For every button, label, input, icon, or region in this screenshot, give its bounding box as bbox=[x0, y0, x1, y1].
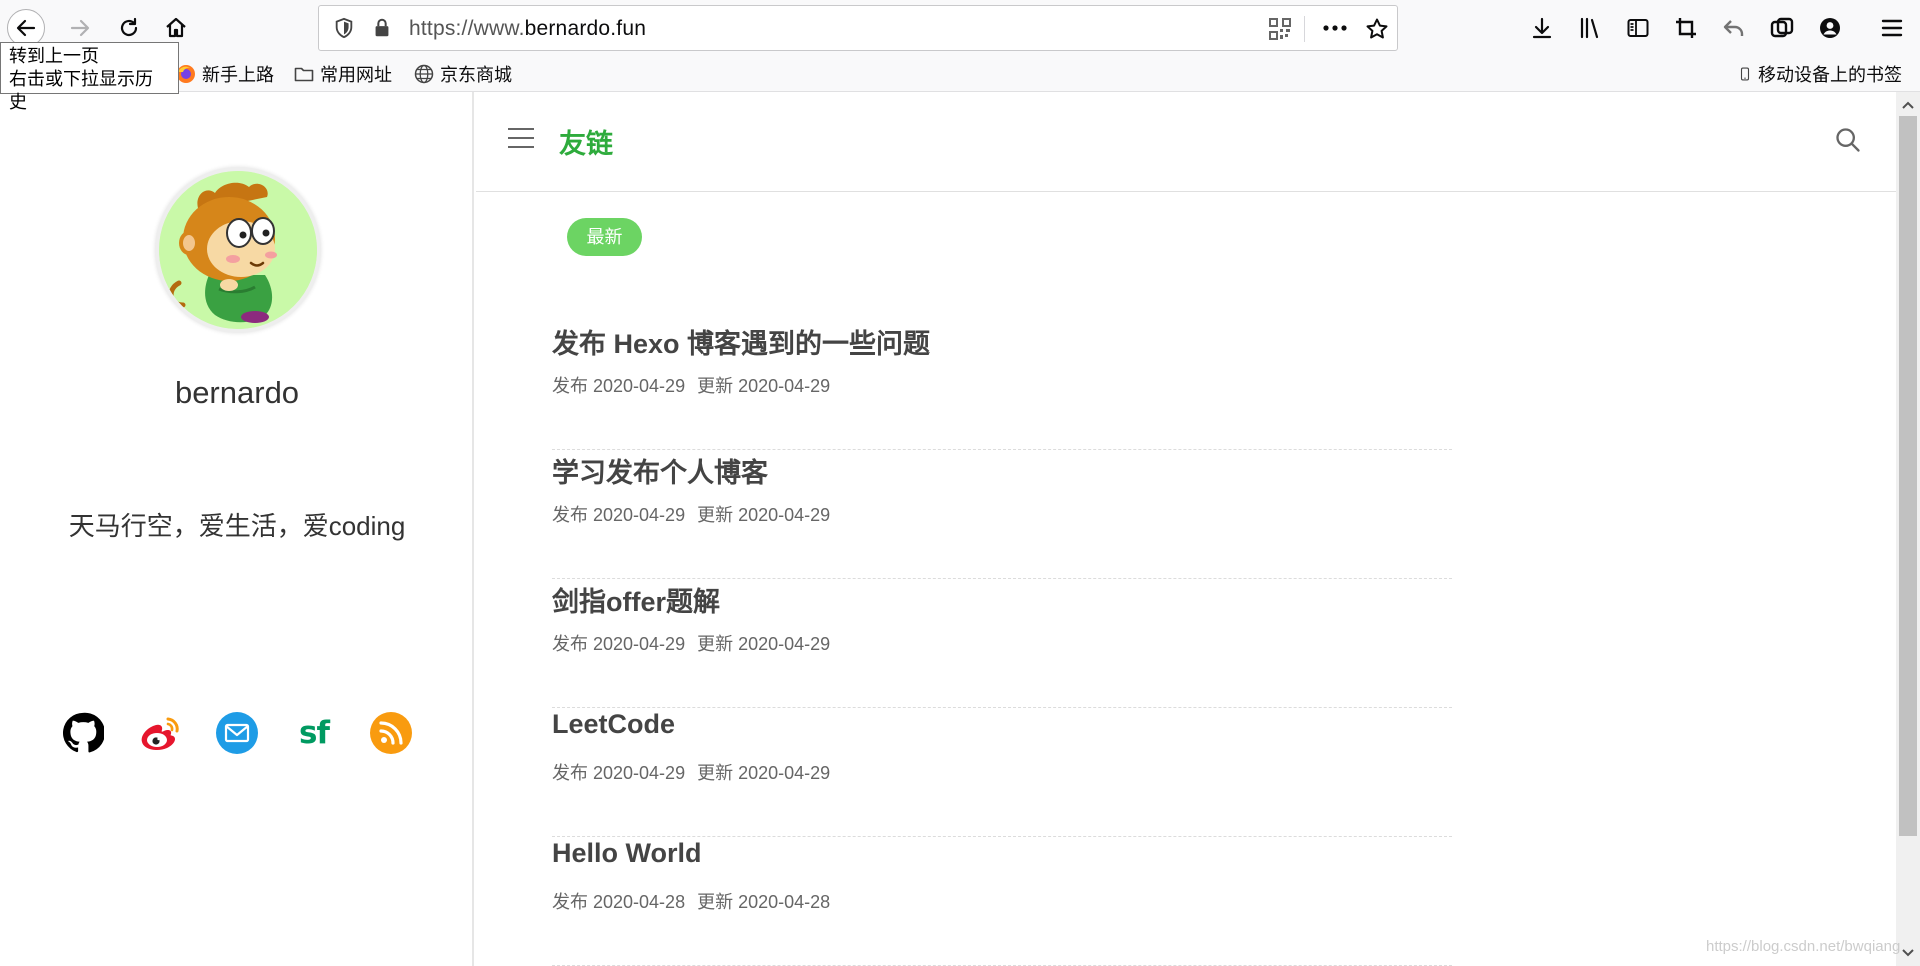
rss-link[interactable] bbox=[369, 711, 413, 755]
back-button-tooltip: 转到上一页 右击或下拉显示历史 bbox=[0, 42, 179, 112]
post-updated: 更新 2020-04-29 bbox=[697, 634, 831, 654]
crop-screenshot-icon[interactable] bbox=[1674, 16, 1698, 40]
qr-code-icon[interactable] bbox=[1269, 18, 1291, 40]
post-meta: 发布 2020-04-29 更新 2020-04-29 bbox=[552, 372, 830, 398]
github-icon bbox=[62, 712, 104, 753]
page-content: bernardo 天马行空，爱生活，爱coding sf 友链 最新 发布 He… bbox=[0, 92, 1920, 966]
segmentfault-icon: sf bbox=[299, 715, 330, 751]
tooltip-line: 转到上一页 bbox=[9, 46, 99, 66]
page-scrollbar[interactable] bbox=[1896, 92, 1920, 966]
watermark: https://blog.csdn.net/bwqiang bbox=[1706, 938, 1901, 955]
scrollbar-thumb[interactable] bbox=[1899, 116, 1917, 836]
hamburger-menu-icon[interactable] bbox=[508, 128, 534, 150]
post-updated: 更新 2020-04-29 bbox=[697, 763, 831, 783]
github-link[interactable] bbox=[61, 711, 105, 755]
bookmark-label: 常用网址 bbox=[320, 65, 392, 85]
email-link[interactable] bbox=[215, 711, 259, 755]
undo-icon[interactable] bbox=[1722, 16, 1746, 40]
rss-icon bbox=[370, 712, 412, 754]
post-published: 发布 2020-04-29 bbox=[552, 634, 686, 654]
post-updated: 更新 2020-04-29 bbox=[697, 505, 831, 525]
bookmarks-bar: 新手上路 常用网址 京东商城 移动设备上的书签 bbox=[0, 56, 1920, 92]
blog-sidebar: bernardo 天马行空，爱生活，爱coding sf bbox=[0, 92, 474, 966]
post-item[interactable]: Hello World 发布 2020-04-28 更新 2020-04-28 bbox=[552, 838, 1452, 966]
bookmark-item[interactable]: 京东商城 bbox=[414, 61, 512, 87]
more-actions-icon[interactable] bbox=[1322, 17, 1348, 39]
scroll-up-icon[interactable] bbox=[1901, 98, 1915, 112]
post-published: 发布 2020-04-28 bbox=[552, 892, 686, 912]
weibo-link[interactable] bbox=[138, 711, 182, 755]
social-links: sf bbox=[61, 711, 421, 755]
sidebar-toggle-icon[interactable] bbox=[1626, 16, 1650, 40]
latest-tag[interactable]: 最新 bbox=[567, 218, 642, 256]
segmentfault-link[interactable]: sf bbox=[292, 711, 336, 755]
post-meta: 发布 2020-04-29 更新 2020-04-29 bbox=[552, 501, 830, 527]
folder-icon bbox=[294, 67, 314, 82]
tooltip-line: 右击或下拉显示历史 bbox=[9, 69, 153, 112]
bookmark-label: 新手上路 bbox=[202, 65, 274, 85]
url-domain: bernardo.fun bbox=[524, 17, 647, 40]
home-icon bbox=[166, 17, 186, 38]
post-published: 发布 2020-04-29 bbox=[552, 763, 686, 783]
bookmark-label: 京东商城 bbox=[440, 65, 512, 85]
tracking-shield-icon[interactable] bbox=[333, 17, 355, 39]
download-icon[interactable] bbox=[1530, 16, 1554, 40]
arrow-left-icon bbox=[16, 19, 36, 37]
arrow-right-icon bbox=[70, 19, 90, 37]
post-item[interactable]: 剑指offer题解 发布 2020-04-29 更新 2020-04-29 bbox=[552, 580, 1452, 708]
post-updated: 更新 2020-04-28 bbox=[697, 892, 831, 912]
bookmark-star-icon[interactable] bbox=[1365, 17, 1389, 41]
mail-icon bbox=[216, 712, 258, 754]
post-published: 发布 2020-04-29 bbox=[552, 376, 686, 396]
page-header: 友链 bbox=[476, 92, 1896, 192]
url-text[interactable]: https://www.bernardo.fun bbox=[409, 17, 646, 41]
post-title[interactable]: LeetCode bbox=[552, 709, 675, 740]
post-title[interactable]: Hello World bbox=[552, 838, 702, 869]
post-updated: 更新 2020-04-29 bbox=[697, 376, 831, 396]
mobile-device-icon bbox=[1740, 67, 1750, 81]
urlbar-separator bbox=[1304, 16, 1305, 42]
post-meta: 发布 2020-04-28 更新 2020-04-28 bbox=[552, 888, 830, 914]
post-title[interactable]: 学习发布个人博客 bbox=[552, 451, 768, 490]
monkey-avatar-icon bbox=[159, 171, 317, 329]
weibo-icon bbox=[141, 717, 179, 750]
search-icon[interactable] bbox=[1834, 126, 1862, 154]
menu-icon[interactable] bbox=[1880, 16, 1904, 40]
mobile-bookmarks-label: 移动设备上的书签 bbox=[1758, 65, 1902, 85]
reload-icon bbox=[120, 17, 138, 37]
bookmark-folder[interactable]: 常用网址 bbox=[294, 61, 392, 87]
post-meta: 发布 2020-04-29 更新 2020-04-29 bbox=[552, 759, 830, 785]
post-title[interactable]: 剑指offer题解 bbox=[552, 580, 720, 619]
post-title[interactable]: 发布 Hexo 博客遇到的一些问题 bbox=[552, 322, 930, 361]
url-bar[interactable]: https://www.bernardo.fun bbox=[318, 5, 1398, 51]
post-meta: 发布 2020-04-29 更新 2020-04-29 bbox=[552, 630, 830, 656]
account-icon[interactable] bbox=[1818, 16, 1842, 40]
mobile-bookmarks[interactable]: 移动设备上的书签 bbox=[1738, 61, 1902, 87]
main-panel: 友链 最新 发布 Hexo 博客遇到的一些问题 发布 2020-04-29 更新 … bbox=[476, 92, 1896, 966]
page-title[interactable]: 友链 bbox=[559, 122, 613, 161]
bookmark-item[interactable]: 新手上路 bbox=[176, 61, 274, 87]
scroll-down-icon[interactable] bbox=[1901, 946, 1915, 960]
post-item[interactable]: LeetCode 发布 2020-04-29 更新 2020-04-29 bbox=[552, 709, 1452, 837]
avatar[interactable] bbox=[155, 167, 321, 333]
globe-icon bbox=[414, 64, 434, 84]
post-published: 发布 2020-04-29 bbox=[552, 505, 686, 525]
library-icon[interactable] bbox=[1578, 16, 1602, 40]
post-item[interactable]: 发布 Hexo 博客遇到的一些问题 发布 2020-04-29 更新 2020-0… bbox=[552, 322, 1452, 450]
motto: 天马行空，爱生活，爱coding bbox=[68, 511, 406, 541]
post-item[interactable]: 学习发布个人博客 发布 2020-04-29 更新 2020-04-29 bbox=[552, 451, 1452, 579]
url-prefix: https://www. bbox=[409, 17, 525, 40]
sync-tabs-icon[interactable] bbox=[1770, 16, 1794, 40]
username: bernardo bbox=[174, 375, 300, 410]
lock-icon[interactable] bbox=[371, 17, 393, 39]
firefox-icon bbox=[177, 65, 195, 83]
browser-toolbar: https://www.bernardo.fun bbox=[0, 0, 1920, 56]
